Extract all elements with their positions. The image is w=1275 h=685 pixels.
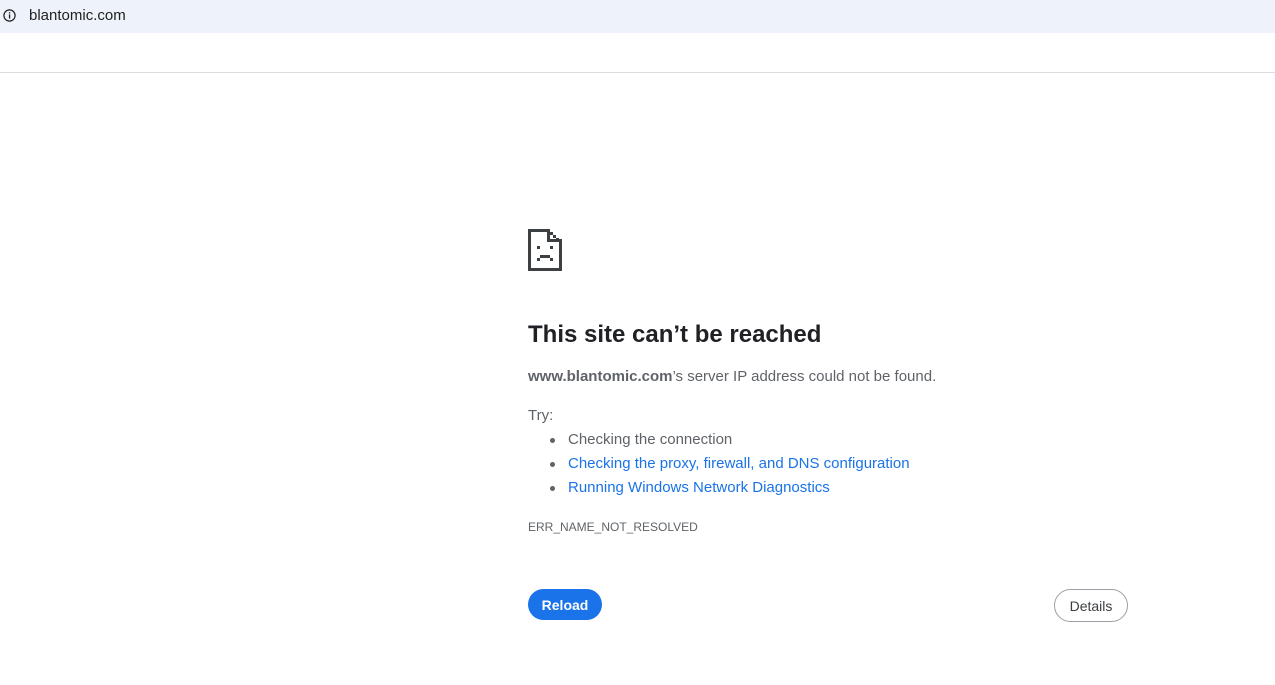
error-code: ERR_NAME_NOT_RESOLVED bbox=[528, 520, 698, 534]
list-item: Running Windows Network Diagnostics bbox=[528, 477, 910, 501]
reload-button[interactable]: Reload bbox=[528, 589, 602, 620]
description-text: ’s server IP address could not be found. bbox=[672, 368, 937, 385]
address-bar[interactable]: blantomic.com bbox=[0, 0, 1275, 33]
host-name: www.blantomic.com bbox=[528, 368, 673, 385]
list-item: Checking the proxy, firewall, and DNS co… bbox=[528, 453, 910, 477]
list-item: Checking the connection bbox=[528, 429, 910, 453]
suggestions-list: Checking the connection Checking the pro… bbox=[528, 429, 910, 501]
toolbar-area bbox=[0, 33, 1275, 73]
suggestion-network-diagnostics-link[interactable]: Running Windows Network Diagnostics bbox=[568, 479, 830, 496]
try-label: Try: bbox=[528, 407, 554, 424]
sad-document-icon bbox=[528, 229, 562, 273]
details-button[interactable]: Details bbox=[1054, 589, 1128, 622]
suggestion-proxy-firewall-dns-link[interactable]: Checking the proxy, firewall, and DNS co… bbox=[568, 455, 910, 472]
error-description: www.blantomic.com’s server IP address co… bbox=[528, 368, 936, 386]
info-circle-icon[interactable] bbox=[3, 9, 16, 22]
page-title: This site can’t be reached bbox=[528, 321, 822, 348]
suggestion-check-connection: Checking the connection bbox=[568, 431, 733, 448]
url-text[interactable]: blantomic.com bbox=[29, 7, 126, 25]
